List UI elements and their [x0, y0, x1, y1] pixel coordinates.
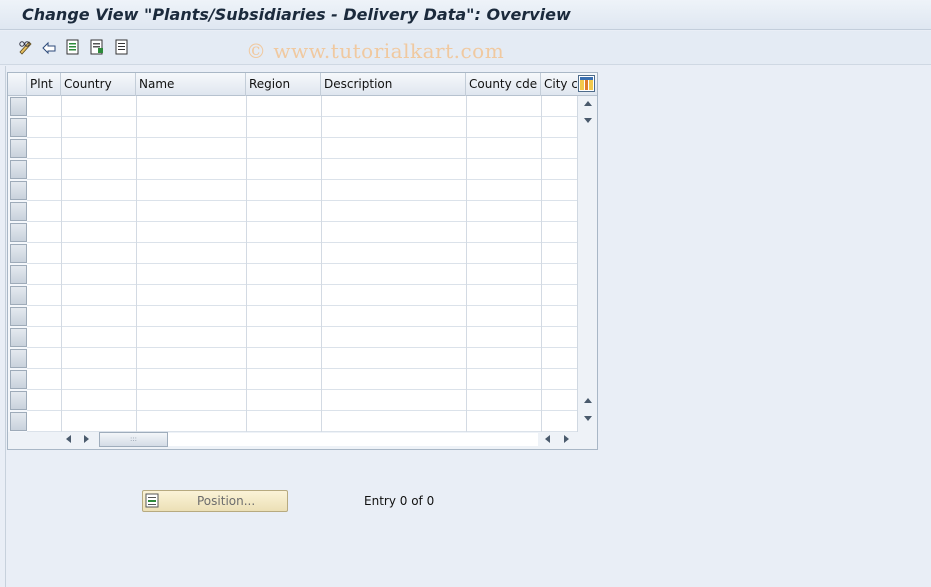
scroll-up-icon[interactable]: [584, 101, 592, 106]
undo-arrow-icon: [42, 41, 56, 55]
position-button-label: Position...: [197, 494, 256, 508]
scroll-page-up-icon[interactable]: [584, 398, 592, 403]
scroll-right-end-icon[interactable]: [564, 435, 569, 443]
row-selector[interactable]: [10, 412, 27, 431]
entry-counter: Entry 0 of 0: [364, 494, 435, 508]
horizontal-scrollbar[interactable]: :::: [8, 432, 597, 449]
scroll-down-icon[interactable]: [584, 416, 592, 421]
select-block-button[interactable]: [113, 38, 131, 56]
column-header-plnt[interactable]: Plnt: [27, 73, 61, 96]
row-selector[interactable]: [10, 202, 27, 221]
row-selector[interactable]: [10, 265, 27, 284]
watermark: © www.tutorialkart.com: [246, 39, 505, 63]
column-header-region[interactable]: Region: [246, 73, 321, 96]
table-row-divider: [27, 284, 577, 285]
table-row-divider: [27, 389, 577, 390]
table-row-divider: [27, 137, 577, 138]
table-control: Plnt Country Name Region Description Cou…: [7, 72, 598, 450]
scroll-left-end-icon[interactable]: [545, 435, 550, 443]
table-row-divider: [27, 368, 577, 369]
row-selector[interactable]: [10, 244, 27, 263]
select-all-rows-header[interactable]: [8, 73, 27, 96]
row-selector[interactable]: [10, 160, 27, 179]
column-header-description[interactable]: Description: [321, 73, 466, 96]
row-selector[interactable]: [10, 181, 27, 200]
undo-button[interactable]: [40, 38, 58, 56]
select-all-button[interactable]: [64, 38, 82, 56]
scroll-right-icon[interactable]: [84, 435, 89, 443]
page-title: Change View "Plants/Subsidiaries - Deliv…: [22, 5, 571, 24]
column-header-county-code[interactable]: County cde: [466, 73, 541, 96]
table-column-divider: [541, 96, 542, 432]
row-selector[interactable]: [10, 223, 27, 242]
table-row-divider: [27, 158, 577, 159]
position-icon: [145, 493, 159, 508]
table-column-divider: [246, 96, 247, 432]
row-selector[interactable]: [10, 328, 27, 347]
column-header-country[interactable]: Country: [61, 73, 136, 96]
deselect-all-button[interactable]: [88, 38, 106, 56]
row-selector[interactable]: [10, 139, 27, 158]
table-row-divider: [27, 410, 577, 411]
table-body: [27, 96, 577, 432]
table-row-divider: [27, 347, 577, 348]
horizontal-scroll-thumb[interactable]: :::: [99, 432, 168, 447]
column-header-city-code[interactable]: City cd: [541, 73, 577, 96]
table-row-divider: [27, 326, 577, 327]
row-selector[interactable]: [10, 307, 27, 326]
table-row-divider: [27, 116, 577, 117]
document-deselect-icon: [90, 39, 103, 55]
vertical-scrollbar[interactable]: [577, 96, 597, 432]
application-toolbar: © www.tutorialkart.com: [0, 31, 931, 65]
table-column-divider: [136, 96, 137, 432]
display-change-button[interactable]: [17, 38, 35, 56]
title-bar: Change View "Plants/Subsidiaries - Deliv…: [0, 0, 931, 30]
pencil-glasses-icon: [19, 41, 32, 55]
frame-divider: [5, 66, 6, 587]
position-button[interactable]: Position...: [142, 490, 288, 512]
table-column-divider: [466, 96, 467, 432]
table-settings-icon: [580, 77, 593, 90]
document-list-icon: [115, 39, 128, 55]
table-column-divider: [61, 96, 62, 432]
table-row-divider: [27, 221, 577, 222]
table-row-divider: [27, 242, 577, 243]
table-row-divider: [27, 200, 577, 201]
column-header-name[interactable]: Name: [136, 73, 246, 96]
row-selector[interactable]: [10, 118, 27, 137]
row-selector[interactable]: [10, 97, 27, 116]
row-selector[interactable]: [10, 349, 27, 368]
scroll-left-icon[interactable]: [66, 435, 71, 443]
table-column-divider: [321, 96, 322, 432]
table-header: Plnt Country Name Region Description Cou…: [8, 73, 597, 96]
row-selector[interactable]: [10, 370, 27, 389]
horizontal-scroll-track[interactable]: [168, 433, 538, 446]
row-selector[interactable]: [10, 286, 27, 305]
row-selector[interactable]: [10, 391, 27, 410]
table-row-divider: [27, 263, 577, 264]
table-row-divider: [27, 179, 577, 180]
document-select-icon: [66, 39, 79, 55]
table-row-divider: [27, 305, 577, 306]
scroll-page-down-icon[interactable]: [584, 118, 592, 123]
table-settings-button[interactable]: [578, 75, 595, 92]
